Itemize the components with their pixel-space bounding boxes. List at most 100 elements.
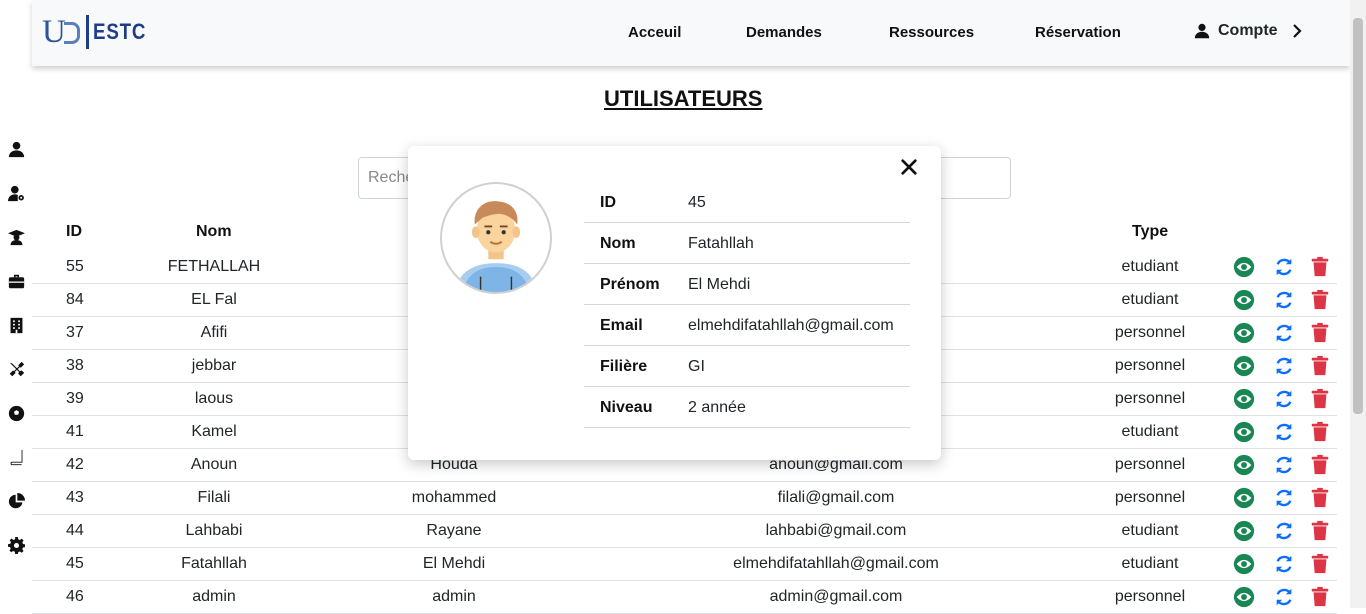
cell-nom: Anoun [190, 456, 238, 473]
cell-id: 37 [66, 324, 84, 341]
view-eye-icon[interactable] [1233, 355, 1255, 377]
gear-icon[interactable] [6, 535, 26, 555]
trash-icon[interactable] [1309, 421, 1331, 443]
trash-icon[interactable] [1309, 256, 1331, 278]
trash-icon[interactable] [1309, 520, 1331, 542]
detail-row: Nom Fatahllah [584, 223, 910, 264]
view-eye-icon[interactable] [1233, 487, 1255, 509]
graduate-icon[interactable] [6, 227, 26, 247]
nav-reservation[interactable]: Réservation [1035, 24, 1121, 41]
refresh-icon[interactable] [1273, 553, 1295, 575]
refresh-icon[interactable] [1273, 289, 1295, 311]
cell-nom: Filali [197, 489, 231, 506]
refresh-icon[interactable] [1273, 355, 1295, 377]
logo[interactable]: U ESTC [42, 14, 156, 50]
refresh-icon[interactable] [1273, 520, 1295, 542]
header-type: Type [1132, 223, 1169, 240]
pie-chart-icon[interactable] [6, 491, 26, 511]
view-eye-icon[interactable] [1233, 553, 1255, 575]
table-row: 44 Lahbabi Rayane lahbabi@gmail.com etud… [32, 515, 1337, 548]
trash-icon[interactable] [1309, 388, 1331, 410]
cell-nom: admin [192, 588, 236, 605]
view-eye-icon[interactable] [1233, 421, 1255, 443]
nav-demandes[interactable]: Demandes [746, 24, 822, 41]
close-icon[interactable] [900, 158, 920, 178]
detail-label: Filière [600, 358, 648, 375]
detail-row: Prénom El Mehdi [584, 264, 910, 305]
table-row: 45 Fatahllah El Mehdi elmehdifatahllah@g… [32, 548, 1337, 581]
detail-label: Email [600, 317, 643, 334]
header-id: ID [66, 223, 82, 240]
user-icon[interactable] [6, 139, 26, 159]
cell-email: filali@gmail.com [777, 489, 895, 506]
detail-row: ID 45 [584, 182, 910, 223]
cell-nom: Afifi [200, 324, 228, 341]
tools-icon[interactable] [6, 359, 26, 379]
cell-type: etudiant [1121, 258, 1179, 275]
view-eye-icon[interactable] [1233, 388, 1255, 410]
detail-value: GI [688, 358, 705, 375]
trash-icon[interactable] [1309, 322, 1331, 344]
refresh-icon[interactable] [1273, 388, 1295, 410]
cell-id: 43 [66, 489, 84, 506]
cell-nom: Kamel [191, 423, 237, 440]
detail-value: 45 [688, 194, 706, 211]
page-title: UTILISATEURS [604, 86, 763, 111]
trash-icon[interactable] [1309, 355, 1331, 377]
refresh-icon[interactable] [1273, 421, 1295, 443]
trash-icon[interactable] [1309, 289, 1331, 311]
cell-type: etudiant [1121, 522, 1179, 539]
trash-icon[interactable] [1309, 487, 1331, 509]
sidebar [0, 0, 32, 608]
building-icon[interactable] [6, 315, 26, 335]
trash-icon[interactable] [1309, 553, 1331, 575]
account-menu[interactable]: Compte [1194, 22, 1312, 40]
cell-type: personnel [1114, 390, 1186, 407]
cell-type: etudiant [1121, 291, 1179, 308]
cell-type: etudiant [1121, 423, 1179, 440]
user-gear-icon[interactable] [6, 183, 26, 203]
refresh-icon[interactable] [1273, 256, 1295, 278]
scrollbar-thumb[interactable] [1353, 18, 1363, 414]
refresh-icon[interactable] [1273, 586, 1295, 608]
book-icon[interactable] [6, 447, 26, 467]
cell-nom: EL Fal [191, 291, 237, 308]
soccer-ball-icon[interactable] [6, 403, 26, 423]
user-detail-modal: ID 45 Nom Fatahllah Prénom El Mehdi Email e… [408, 146, 941, 460]
cell-id: 38 [66, 357, 84, 374]
refresh-icon[interactable] [1273, 322, 1295, 344]
view-eye-icon[interactable] [1233, 520, 1255, 542]
cell-email: admin@gmail.com [769, 588, 903, 605]
nav-ressources[interactable]: Ressources [889, 24, 974, 41]
detail-row: Niveau 2 année [584, 387, 910, 428]
cell-id: 45 [66, 555, 84, 572]
logo-arc [63, 22, 80, 44]
cell-type: etudiant [1121, 555, 1179, 572]
detail-label: Nom [600, 235, 636, 252]
navbar: U ESTC Acceuil Demandes Ressources Réser… [32, 0, 1350, 66]
cell-id: 55 [66, 258, 84, 275]
view-eye-icon[interactable] [1233, 586, 1255, 608]
logo-text: ESTC [92, 19, 147, 44]
cell-nom: jebbar [191, 357, 237, 374]
view-eye-icon[interactable] [1233, 289, 1255, 311]
view-eye-icon[interactable] [1233, 454, 1255, 476]
detail-label: Prénom [600, 276, 660, 293]
table-row: 46 admin admin admin@gmail.com personnel [32, 581, 1337, 614]
cell-id: 41 [66, 423, 84, 440]
cell-prenom: mohammed [411, 489, 497, 506]
cell-type: personnel [1114, 324, 1186, 341]
view-eye-icon[interactable] [1233, 322, 1255, 344]
trash-icon[interactable] [1309, 586, 1331, 608]
chevron-right-icon [1292, 24, 1302, 38]
detail-value: Fatahllah [688, 235, 754, 252]
trash-icon[interactable] [1309, 454, 1331, 476]
nav-acceuil[interactable]: Acceuil [628, 24, 681, 41]
view-eye-icon[interactable] [1233, 256, 1255, 278]
cell-email: lahbabi@gmail.com [765, 522, 907, 539]
detail-value: 2 année [688, 399, 746, 416]
cell-type: personnel [1114, 588, 1186, 605]
briefcase-icon[interactable] [6, 271, 26, 291]
refresh-icon[interactable] [1273, 454, 1295, 476]
refresh-icon[interactable] [1273, 487, 1295, 509]
